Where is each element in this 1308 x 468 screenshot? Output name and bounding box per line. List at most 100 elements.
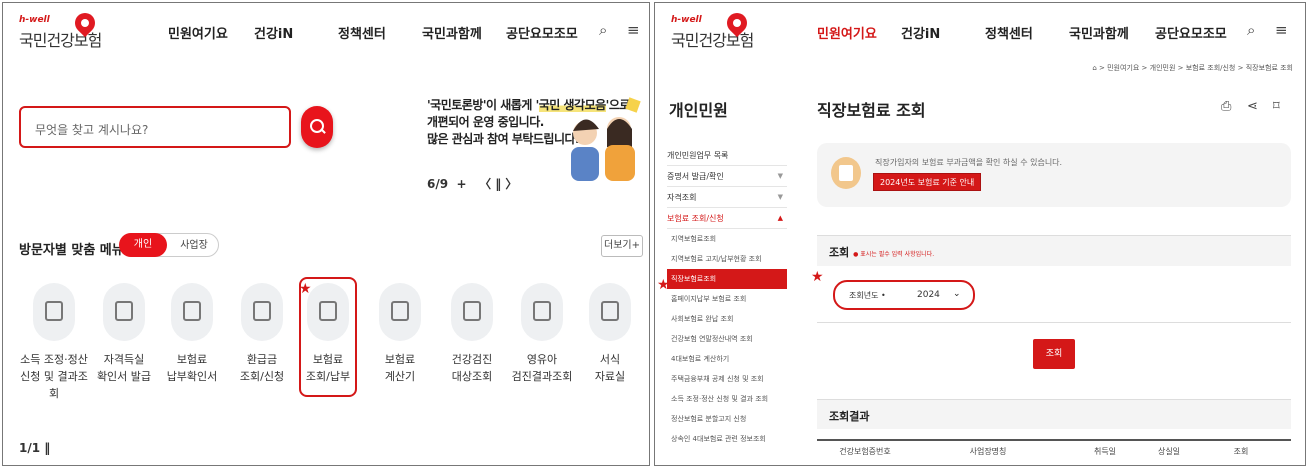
banner-line1-a: '국민토론방'이 새롭게 ': [427, 98, 539, 112]
result-table-header: 건강보험증번호 사업장명칭 취득일 상실일 조회: [817, 439, 1291, 465]
search-input[interactable]: 무엇을 찾고 계시나요?: [19, 106, 291, 148]
form-title: 조회: [829, 246, 850, 259]
menu-item-forms[interactable]: 서식자료실: [575, 283, 645, 385]
sidebar-subitem[interactable]: 사회보험료 완납 조회: [667, 309, 787, 329]
star-marker-icon: ★: [657, 277, 670, 293]
inquiry-form: 조회 ● 표시는 필수 입력 사항입니다. 조회년도 • 2024 ⌄: [817, 235, 1291, 323]
document-search-icon: [171, 283, 213, 341]
nav-item-people[interactable]: 국민과함께: [1069, 23, 1155, 42]
sidebar-subitem[interactable]: 건강보험 연말정산내역 조회: [667, 329, 787, 349]
document-icon: [831, 157, 861, 189]
sidebar-item[interactable]: 개인민원업무 목록: [667, 145, 787, 166]
info-box: 직장가입자의 보험료 부과금액을 확인 하실 수 있습니다. 2024년도 보험…: [817, 143, 1291, 207]
share-icon[interactable]: ⋖: [1247, 99, 1258, 114]
breadcrumb[interactable]: ⌂ > 민원여기요 > 개인민원 > 보험료 조회/신청 > 직장보험료 조회: [1092, 63, 1293, 73]
nav-item-policy[interactable]: 정책센터: [985, 23, 1069, 42]
nhis-logo[interactable]: h-well 국민건강보험: [19, 8, 129, 51]
menu-section-title: 방문자별 맞춤 메뉴: [19, 243, 124, 258]
menu-label: 보험료: [384, 353, 416, 366]
nav-item-minwon[interactable]: 민원여기요: [168, 23, 254, 42]
menu-item-infant-check[interactable]: 영유아 검진결과조회: [507, 283, 577, 385]
search-icon[interactable]: ⌕: [599, 21, 607, 39]
sidebar-item-label: 자격조회: [667, 193, 697, 202]
sidebar-item-label: 증명서 발급/확인: [667, 172, 724, 181]
sidebar-subitem[interactable]: 소득 조정·정산 신청 및 결과 조회: [667, 389, 787, 409]
sidebar-subitem[interactable]: 지역보험료조회: [667, 229, 787, 249]
menu-icon[interactable]: ≡: [627, 21, 640, 39]
sidebar-subitem[interactable]: 홈페이지납부 보험료 조회: [667, 289, 787, 309]
menu-label: 계산기: [384, 370, 416, 383]
menu-item-refund[interactable]: 환급금조회/신청: [227, 283, 297, 385]
menu-label: 보험료: [176, 353, 208, 366]
main-nav: 민원여기요 건강iN 정책센터 국민과함께 공단요모조모: [817, 23, 1241, 42]
menu-item-calculator[interactable]: 보험료계산기: [365, 283, 435, 385]
nav-item-about[interactable]: 공단요모조모: [506, 23, 592, 42]
table-header-cell: 건강보험증번호: [839, 447, 891, 456]
tab-personal[interactable]: 개인: [119, 233, 167, 257]
table-header-cell: 상실일: [1157, 447, 1181, 456]
submit-button[interactable]: 조회: [1033, 339, 1075, 369]
required-note: ● 표시는 필수 입력 사항입니다.: [853, 251, 935, 258]
sidebar-title: 개인민원: [669, 101, 728, 120]
sidebar-subitem[interactable]: 지역보험료 고지/납부현황 조회: [667, 249, 787, 269]
carousel-nav-buttons[interactable]: 〈 ‖ 〉: [479, 177, 517, 191]
nhis-logo[interactable]: h-well 국민건강보험: [671, 8, 781, 51]
menu-item-payment-confirm[interactable]: 보험료납부확인서: [157, 283, 227, 385]
info-text: 직장가입자의 보험료 부과금액을 확인 하실 수 있습니다.: [875, 158, 1063, 167]
table-header-cell: 사업장명칭: [969, 447, 1007, 456]
menu-label: 자료실: [594, 370, 626, 383]
chevron-down-icon: ▼: [777, 172, 783, 180]
sidebar-item-active[interactable]: 보험료 조회/신청 ▲: [667, 208, 787, 229]
menu-item-income-adjust[interactable]: 소득 조정·정산신청 및 결과조회: [19, 283, 89, 402]
more-button[interactable]: 더보기+: [601, 235, 643, 257]
nav-item-health[interactable]: 건강iN: [254, 23, 338, 42]
nav-item-minwon[interactable]: 민원여기요: [817, 23, 901, 42]
sidebar-subitem[interactable]: 상속인 4대보험료 관련 정보조회: [667, 429, 787, 449]
form-icon: [589, 283, 631, 341]
carousel-plus-button[interactable]: +: [456, 177, 466, 191]
nav-item-health[interactable]: 건강iN: [901, 23, 985, 42]
chevron-down-icon: ▼: [777, 193, 783, 201]
sidebar-subitem-active[interactable]: 직장보험료조회: [667, 269, 787, 289]
menu-label: 건강검진: [451, 353, 493, 366]
print-icon[interactable]: ⎙: [1221, 99, 1231, 114]
search-icon[interactable]: ⌕: [1247, 21, 1255, 39]
menu-label: 환급금: [246, 353, 278, 366]
sidebar-menu: 개인민원업무 목록 증명서 발급/확인 ▼ 자격조회 ▼ 보험료 조회/신청 ▲ 지역…: [667, 145, 787, 449]
table-header-cell: 취득일: [1093, 447, 1117, 456]
criteria-guide-button[interactable]: 2024년도 보험료 기준 안내: [873, 173, 982, 191]
sidebar-subitem[interactable]: 4대보험료 계산하기: [667, 349, 787, 369]
nav-item-policy[interactable]: 정책센터: [338, 23, 422, 42]
menu-label: 서식: [599, 353, 621, 366]
refund-icon: [241, 283, 283, 341]
sidebar-item[interactable]: 증명서 발급/확인 ▼: [667, 166, 787, 187]
menu-label: 조회/신청: [239, 370, 285, 383]
search-button[interactable]: [301, 106, 333, 148]
menu-item-qualification[interactable]: 자격득실 확인서 발급: [89, 283, 159, 385]
menu-icon[interactable]: ≡: [1275, 21, 1288, 39]
sidebar-item-label: 보험료 조회/신청: [667, 214, 724, 223]
menu-label: 신청 및 결과조회: [20, 370, 88, 400]
menu-label: 자격득실: [103, 353, 145, 366]
carousel-controls[interactable]: 6/9 + 〈 ‖ 〉: [427, 175, 517, 192]
bookmark-icon[interactable]: ⌑: [1273, 99, 1280, 114]
certificate-icon: [103, 283, 145, 341]
menu-label: 납부확인서: [166, 370, 218, 383]
table-header-cell: 조회: [1233, 447, 1249, 456]
nav-item-about[interactable]: 공단요모조모: [1155, 23, 1241, 42]
menu-label: 소득 조정·정산: [20, 353, 88, 366]
logo-tagline: h-well: [671, 15, 702, 25]
menu-label: 검진결과조회: [511, 370, 573, 383]
carousel-page: 6/9: [427, 177, 449, 191]
menu-pager[interactable]: 1/1 ‖: [19, 441, 50, 455]
person-search-icon: [451, 283, 493, 341]
main-nav: 민원여기요 건강iN 정책센터 국민과함께 공단요모조모: [168, 23, 592, 42]
sidebar-item[interactable]: 자격조회 ▼: [667, 187, 787, 208]
year-value: 2024: [917, 290, 940, 300]
star-marker-icon: ★: [299, 281, 312, 297]
menu-item-health-check[interactable]: 건강검진 대상조회: [437, 283, 507, 385]
sidebar-subitem[interactable]: 주택금융부채 공제 신청 및 조회: [667, 369, 787, 389]
nav-item-people[interactable]: 국민과함께: [422, 23, 506, 42]
sidebar-subitem[interactable]: 정산보험료 분할고지 신청: [667, 409, 787, 429]
year-select[interactable]: 조회년도 • 2024 ⌄: [833, 280, 975, 310]
